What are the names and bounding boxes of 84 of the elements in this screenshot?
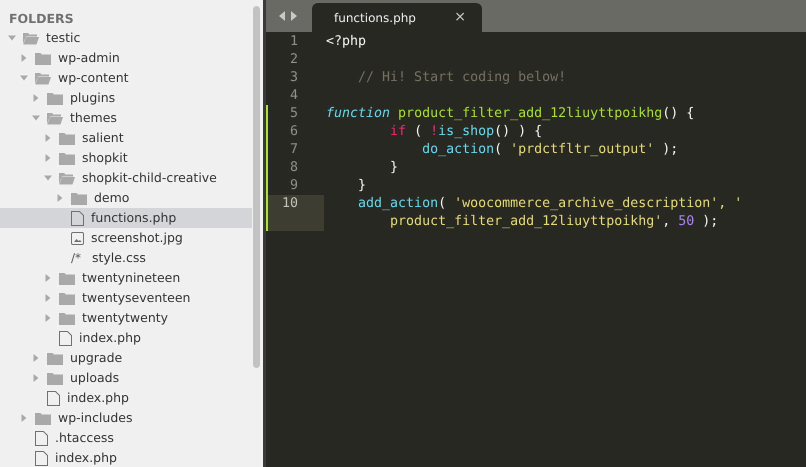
code-line: do_action( 'prdctfltr_output' ); [421, 141, 678, 159]
folder-icon [71, 192, 87, 204]
caret-down-icon[interactable] [8, 34, 16, 42]
folder-icon [47, 92, 63, 104]
close-icon[interactable]: × [454, 7, 466, 28]
image-icon [71, 232, 84, 244]
caret-right-icon[interactable] [44, 314, 52, 322]
caret-right-icon[interactable] [20, 54, 28, 62]
folder-icon [47, 352, 63, 364]
tree-item[interactable]: wp-includes [0, 408, 252, 428]
caret-right-icon[interactable] [20, 414, 28, 422]
line-number: 7 [290, 141, 298, 159]
code-line: product_filter_add_12liuyttpoikhg', 50 ); [389, 213, 718, 231]
tree-item[interactable]: wp-content [0, 68, 252, 88]
open-folder-icon [23, 32, 39, 44]
code-line: <?php [326, 33, 366, 51]
code-line: add_action( 'woocommerce_archive_description', ' [357, 195, 742, 213]
folder-icon [47, 372, 63, 384]
line-number: 8 [290, 159, 298, 177]
tree-item[interactable]: upgrade [0, 348, 252, 368]
line-number: 5 [290, 105, 298, 123]
back-arrow-icon[interactable] [278, 11, 286, 21]
line-number: 6 [290, 123, 298, 141]
file-icon [59, 330, 72, 346]
tree-item[interactable]: shopkit [0, 148, 252, 168]
open-folder-icon [59, 172, 75, 184]
tree-item[interactable]: /* style.css [0, 248, 252, 268]
tree-item[interactable]: functions.php [0, 208, 252, 228]
code-line: function product_filter_add_12liuyttpoikhg() { [326, 105, 694, 123]
tree-item[interactable]: wp-admin [0, 48, 252, 68]
tree-item[interactable]: salient [0, 128, 252, 148]
folder-icon [59, 132, 75, 144]
tree-item[interactable]: uploads [0, 368, 252, 388]
tree-item[interactable]: themes [0, 108, 252, 128]
code-line: } [389, 159, 398, 177]
open-folder-icon [35, 72, 51, 84]
forward-arrow-icon[interactable] [290, 11, 298, 21]
caret-right-icon[interactable] [44, 134, 52, 142]
caret-right-icon[interactable] [32, 374, 40, 382]
scrollbar-thumb[interactable] [253, 6, 260, 368]
tree-item[interactable]: demo [0, 188, 252, 208]
caret-down-icon[interactable] [20, 74, 28, 82]
folder-icon [59, 152, 75, 164]
folder-icon [35, 412, 51, 424]
file-icon [35, 450, 48, 466]
line-number: 4 [290, 87, 298, 105]
tree-item[interactable]: .htaccess [0, 428, 252, 448]
file-icon [71, 210, 84, 226]
file-icon [47, 390, 60, 406]
tree-item[interactable]: plugins [0, 88, 252, 108]
tree-item[interactable]: index.php [0, 448, 252, 467]
tree-item[interactable]: testic [0, 28, 252, 48]
line-number: 9 [290, 177, 298, 195]
folder-icon [59, 272, 75, 284]
editor-tab[interactable]: functions.php × [312, 3, 482, 32]
tree-item[interactable]: twentynineteen [0, 268, 252, 288]
tree-item[interactable]: twentyseventeen [0, 288, 252, 308]
tree-item[interactable]: index.php [0, 388, 252, 408]
comment-glyph-icon: /* [71, 249, 85, 267]
tree-item[interactable]: shopkit-child-creative [0, 168, 252, 188]
sidebar-title: FOLDERS [8, 10, 74, 28]
tree-item[interactable]: screenshot.jpg [0, 228, 252, 248]
caret-down-icon[interactable] [32, 114, 40, 122]
tree-item[interactable]: twentytwenty [0, 308, 252, 328]
code-line: // Hi! Start coding below! [357, 69, 566, 87]
line-number: 1 [290, 33, 298, 51]
caret-right-icon[interactable] [32, 354, 40, 362]
caret-right-icon[interactable] [44, 294, 52, 302]
caret-right-icon[interactable] [56, 194, 64, 202]
line-number: 3 [290, 69, 298, 87]
caret-down-icon[interactable] [44, 174, 52, 182]
folder-icon [35, 52, 51, 64]
line-number: 10 [282, 195, 298, 213]
file-icon [35, 430, 48, 446]
tree-item[interactable]: index.php [0, 328, 252, 348]
code-line: if ( !is_shop() ) { [389, 123, 542, 141]
folder-icon [59, 292, 75, 304]
code-line: } [357, 177, 366, 195]
caret-right-icon[interactable] [32, 94, 40, 102]
caret-right-icon[interactable] [44, 274, 52, 282]
line-number: 2 [290, 51, 298, 69]
folder-icon [59, 312, 75, 324]
caret-right-icon[interactable] [44, 154, 52, 162]
open-folder-icon [47, 112, 63, 124]
